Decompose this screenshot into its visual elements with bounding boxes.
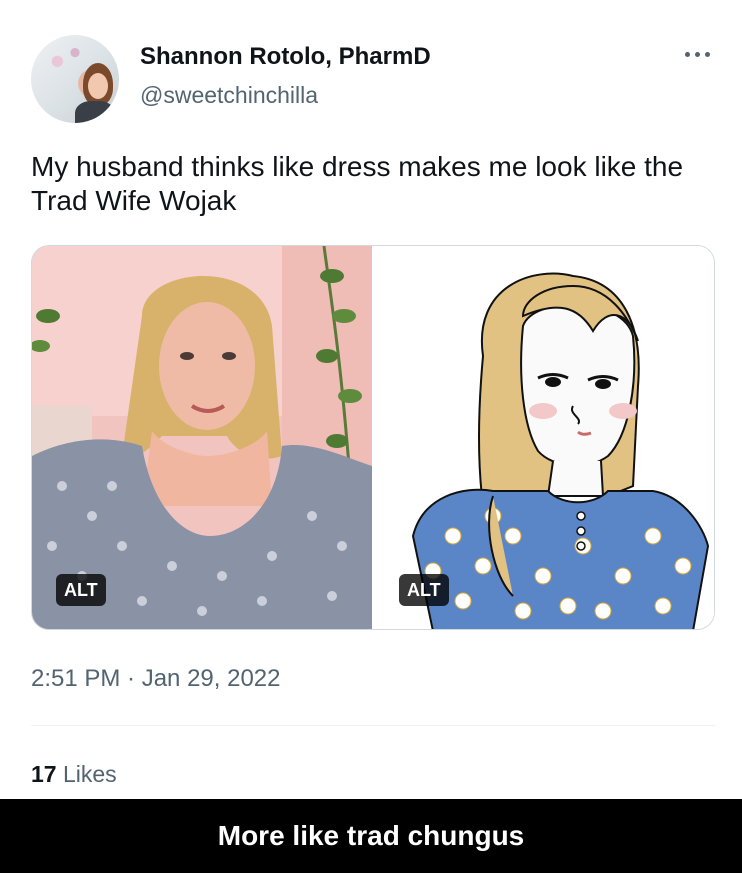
tweet-timestamp[interactable]: 2:51 PM · Jan 29, 2022	[31, 664, 281, 694]
avatar-face	[88, 73, 108, 99]
likes-label: Likes	[62, 761, 117, 787]
likes-count: 17	[31, 761, 57, 787]
media-grid: ALT ALT	[31, 245, 715, 630]
photo-illustration	[32, 246, 372, 629]
alt-badge[interactable]: ALT	[56, 574, 106, 606]
author-name[interactable]: Shannon Rotolo, PharmD	[140, 42, 431, 72]
more-options-icon[interactable]	[683, 44, 713, 64]
meme-caption: More like trad chungus	[217, 820, 525, 851]
media-drawing[interactable]	[373, 246, 714, 629]
media-photo[interactable]	[32, 246, 372, 629]
tweet-text: My husband thinks like dress makes me lo…	[31, 151, 684, 216]
alt-badge[interactable]: ALT	[399, 574, 449, 606]
author-handle[interactable]: @sweetchinchilla	[140, 80, 318, 110]
likes-stat[interactable]: 17 Likes	[31, 760, 117, 788]
caption-bar: More like trad chungus	[0, 799, 742, 873]
divider	[31, 725, 715, 726]
wojak-illustration	[373, 246, 714, 629]
dot	[685, 52, 690, 57]
avatar-body	[75, 101, 115, 123]
dot	[705, 52, 710, 57]
dot	[695, 52, 700, 57]
tweet-card: Shannon Rotolo, PharmD @sweetchinchilla …	[0, 0, 742, 799]
avatar[interactable]	[31, 35, 119, 123]
